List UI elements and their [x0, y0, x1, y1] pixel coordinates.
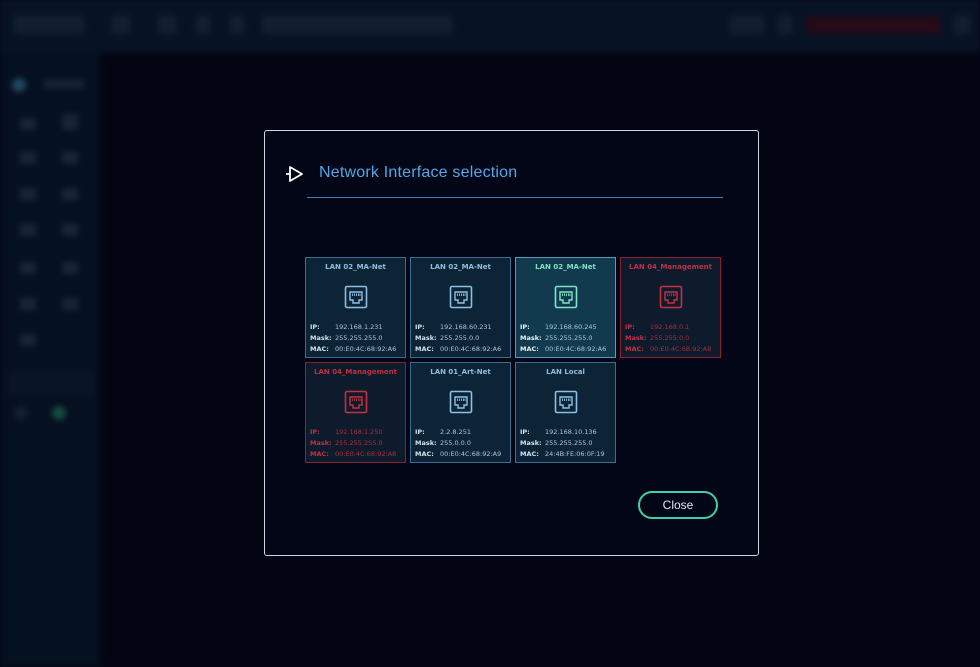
mac-label: MAC: — [625, 345, 644, 353]
interface-name: LAN 02_MA-Net — [430, 263, 491, 271]
ip-label: IP: — [415, 323, 425, 331]
interface-name: LAN 02_MA-Net — [535, 263, 596, 271]
close-button[interactable]: Close — [638, 491, 718, 519]
ip-value: 192.168.1.250 — [335, 428, 383, 436]
mask-value: 255.255.255.0 — [545, 439, 593, 447]
interface-name: LAN 04_Management — [629, 263, 712, 271]
mac-value: 00:E0:4C:68:92:A6 — [440, 345, 502, 353]
interface-details: IP: 192.168.10.136 Mask: 255.255.255.0 MAC… — [520, 427, 605, 460]
mac-label: MAC: — [520, 450, 539, 458]
mac-value: 00:E0:4C:68:92:A6 — [335, 345, 397, 353]
ethernet-port-icon — [449, 285, 473, 309]
interface-details: IP: 192.168.1.231 Mask: 255.255.255.0 MAC:… — [310, 322, 396, 355]
mask-value: 255.255.255.0 — [335, 439, 383, 447]
interface-card[interactable]: LAN 02_MA-Net IP: 192.168.1.231 Mask: 255.… — [305, 257, 406, 358]
dialog-title: Network Interface selection — [319, 164, 518, 181]
ip-label: IP: — [310, 323, 320, 331]
interface-card[interactable]: LAN 04_Management IP: 192.168.1.250 Mask:… — [305, 362, 406, 463]
mask-value: 255.255.255.0 — [335, 334, 383, 342]
title-divider — [307, 197, 723, 198]
mac-label: MAC: — [310, 450, 329, 458]
mac-value: 24:4B:FE:06:0F:19 — [545, 450, 605, 458]
mask-label: Mask: — [415, 334, 437, 342]
network-interface-dialog: Network Interface selection LAN 02_MA-Ne… — [264, 130, 759, 556]
ethernet-port-icon — [554, 285, 578, 309]
mac-label: MAC: — [520, 345, 539, 353]
ethernet-port-icon — [344, 285, 368, 309]
ip-value: 192.168.0.1 — [650, 323, 690, 331]
ip-label: IP: — [625, 323, 635, 331]
ip-value: 192.168.1.231 — [335, 323, 383, 331]
ethernet-port-icon — [659, 285, 683, 309]
interface-card[interactable]: LAN 02_MA-Net IP: 192.168.60.231 Mask: 255… — [410, 257, 511, 358]
interface-name: LAN 02_MA-Net — [325, 263, 386, 271]
interface-card[interactable]: LAN 01_Art-Net IP: 2.2.8.251 Mask: 255.0.0… — [410, 362, 511, 463]
mac-label: MAC: — [415, 345, 434, 353]
ethernet-port-icon — [449, 390, 473, 414]
ip-label: IP: — [415, 428, 425, 436]
ip-label: IP: — [310, 428, 320, 436]
ip-value: 2.2.8.251 — [440, 428, 472, 436]
mask-label: Mask: — [625, 334, 647, 342]
mask-value: 255.255.255.0 — [545, 334, 593, 342]
interface-card[interactable]: LAN 04_Management IP: 192.168.0.1 Mask: 25… — [620, 257, 721, 358]
ip-value: 192.168.60.231 — [440, 323, 492, 331]
interface-grid: LAN 02_MA-Net IP: 192.168.1.231 Mask: 255.… — [305, 257, 722, 463]
mask-label: Mask: — [520, 439, 542, 447]
mac-value: 00:E0:4C:68:92:A8 — [650, 345, 712, 353]
ethernet-port-icon — [554, 390, 578, 414]
interface-name: LAN Local — [546, 368, 585, 376]
mac-value: 00:E0:4C:68:92:A8 — [335, 450, 397, 458]
mask-label: Mask: — [415, 439, 437, 447]
mac-value: 00:E0:4C:68:92:A9 — [440, 450, 502, 458]
mask-label: Mask: — [310, 439, 332, 447]
ethernet-port-icon — [344, 390, 368, 414]
mask-label: Mask: — [520, 334, 542, 342]
interface-details: IP: 192.168.1.250 Mask: 255.255.255.0 MAC:… — [310, 427, 396, 460]
mask-value: 255.255.0.0 — [440, 334, 480, 342]
interface-details: IP: 192.168.0.1 Mask: 255.255.0.0 MAC: 00:E… — [625, 322, 711, 355]
ip-label: IP: — [520, 428, 530, 436]
mac-label: MAC: — [310, 345, 329, 353]
mask-value: 255.255.0.0 — [650, 334, 690, 342]
ip-value: 192.168.60.245 — [545, 323, 597, 331]
interface-name: LAN 01_Art-Net — [430, 368, 491, 376]
interface-card[interactable]: LAN Local IP: 192.168.10.136 Mask: 255.255… — [515, 362, 616, 463]
interface-details: IP: 2.2.8.251 Mask: 255.0.0.0 MAC: 00:E0:4C… — [415, 427, 501, 460]
interface-details: IP: 192.168.60.245 Mask: 255.255.255.0 MAC… — [520, 322, 606, 355]
play-branch-icon — [286, 166, 303, 182]
interface-name: LAN 04_Management — [314, 368, 397, 376]
ip-label: IP: — [520, 323, 530, 331]
mask-label: Mask: — [310, 334, 332, 342]
interface-details: IP: 192.168.60.231 Mask: 255.255.0.0 MAC: 0… — [415, 322, 501, 355]
interface-card[interactable]: LAN 02_MA-Net IP: 192.168.60.245 Mask: 255… — [515, 257, 616, 358]
ip-value: 192.168.10.136 — [545, 428, 597, 436]
mac-label: MAC: — [415, 450, 434, 458]
mask-value: 255.0.0.0 — [440, 439, 472, 447]
mac-value: 00:E0:4C:68:92:A6 — [545, 345, 607, 353]
